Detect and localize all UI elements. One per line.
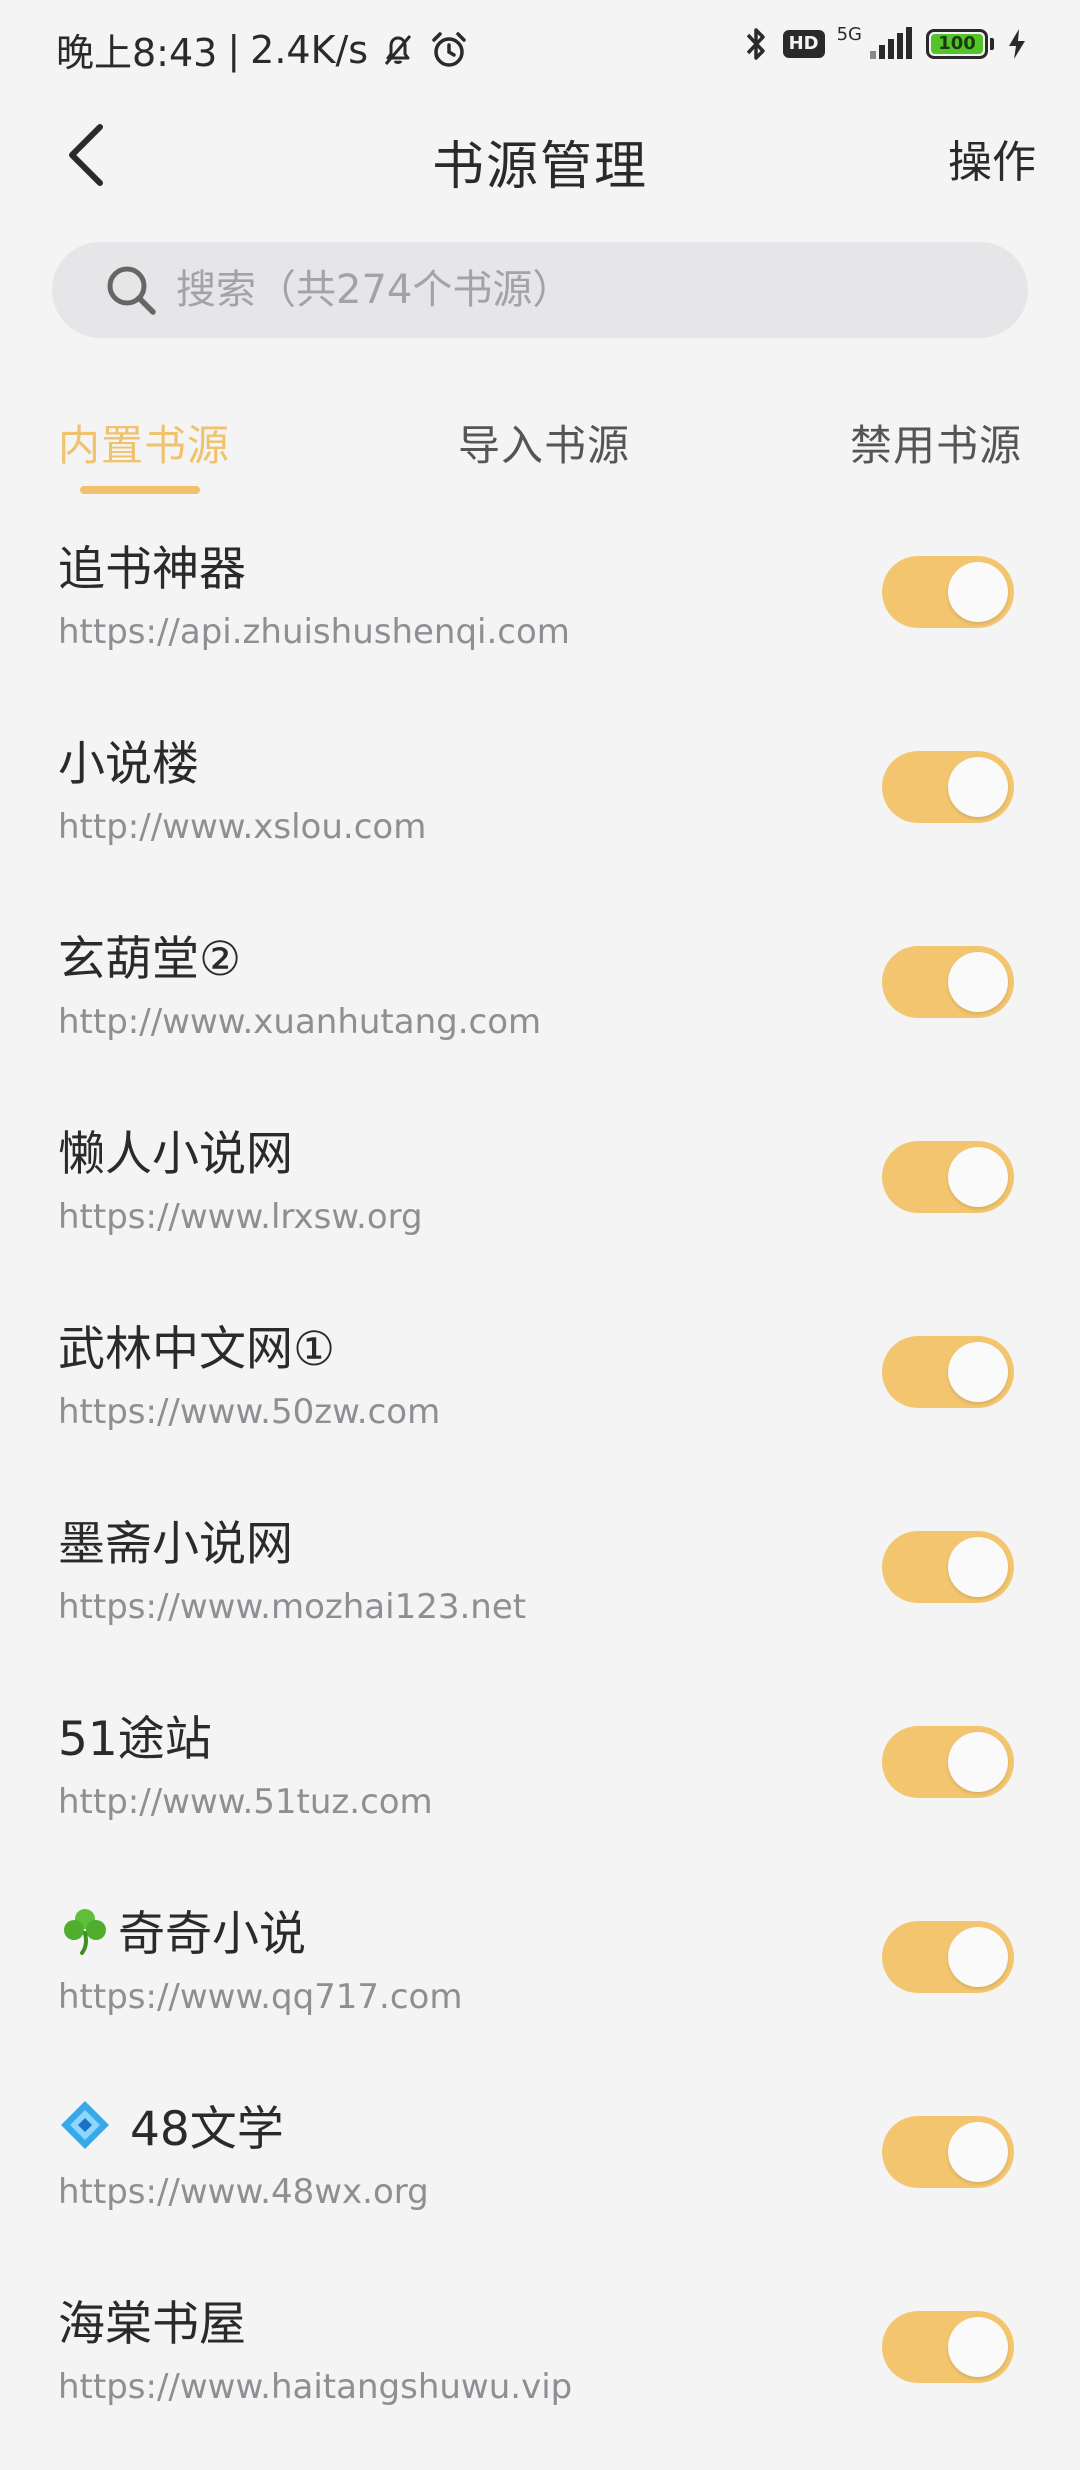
status-right: HD 5G 100: [741, 24, 1028, 64]
source-list: 追书神器 https://api.zhuishushenqi.com 小说楼 h…: [0, 520, 1080, 2470]
search-icon: [107, 266, 156, 315]
signal-icon: [870, 27, 912, 59]
source-toggle[interactable]: [882, 556, 1014, 628]
search-input[interactable]: [174, 266, 978, 314]
page-title: 书源管理: [431, 137, 648, 197]
source-item[interactable]: 追书神器 https://api.zhuishushenqi.com: [0, 520, 1080, 715]
status-left: 晚上8:43 | 2.4K/s: [56, 22, 470, 77]
action-button[interactable]: 操作: [948, 126, 1036, 190]
source-name: 追书神器: [58, 542, 246, 597]
tab-builtin-sources[interactable]: 内置书源: [58, 412, 230, 473]
toggle-knob: [948, 757, 1008, 817]
battery-level-text: 100: [938, 33, 976, 54]
status-bar: 晚上8:43 | 2.4K/s HD 5G 100: [0, 0, 1080, 96]
toggle-knob: [948, 1927, 1008, 1987]
battery-tip: [990, 38, 994, 50]
source-name: 小说楼: [58, 737, 199, 792]
status-time: 晚上8:43: [56, 31, 218, 75]
source-url: https://www.mozhai123.net: [58, 1587, 527, 1627]
source-name: 武林中文网①: [58, 1322, 336, 1377]
source-item[interactable]: 懒人小说网 https://www.lrxsw.org: [0, 1105, 1080, 1300]
source-url: https://www.haitangshuwu.vip: [58, 2367, 573, 2407]
status-separator: |: [227, 27, 241, 72]
source-name: 懒人小说网: [58, 1127, 293, 1182]
source-name: 48文学: [130, 2102, 284, 2157]
tab-disabled-sources[interactable]: 禁用书源: [850, 412, 1022, 473]
bell-muted-icon: [384, 34, 412, 65]
source-toggle[interactable]: [882, 751, 1014, 823]
source-item[interactable]: 48文学 https://www.48wx.org: [0, 2080, 1080, 2275]
source-toggle[interactable]: [882, 946, 1014, 1018]
network-type-label: 5G: [836, 23, 862, 45]
source-item[interactable]: 51途站 http://www.51tuz.com: [0, 1690, 1080, 1885]
charging-bolt-icon: [1009, 29, 1025, 59]
source-url: https://www.qq717.com: [58, 1977, 463, 2017]
toggle-knob: [948, 562, 1008, 622]
source-url: https://www.48wx.org: [58, 2172, 429, 2212]
search-box[interactable]: [52, 242, 1028, 338]
source-url: https://api.zhuishushenqi.com: [58, 612, 570, 652]
active-tab-indicator: [80, 486, 200, 494]
source-toggle[interactable]: [882, 1336, 1014, 1408]
source-item[interactable]: 海棠书屋 https://www.haitangshuwu.vip: [0, 2275, 1080, 2470]
toggle-knob: [948, 1147, 1008, 1207]
status-network-speed: 2.4K/s: [250, 27, 369, 72]
toggle-knob: [948, 1537, 1008, 1597]
app-bar: 书源管理 操作: [0, 100, 1080, 210]
tab-imported-sources[interactable]: 导入书源: [458, 412, 630, 473]
source-item[interactable]: 小说楼 http://www.xslou.com: [0, 715, 1080, 910]
source-url: http://www.xuanhutang.com: [58, 1002, 542, 1042]
source-name: 51途站: [58, 1712, 212, 1767]
source-name: 墨斋小说网: [58, 1517, 293, 1572]
alarm-icon: [432, 31, 466, 67]
blue-diamond-icon: [61, 2100, 109, 2149]
source-url: http://www.51tuz.com: [58, 1782, 433, 1822]
bluetooth-icon: [746, 28, 765, 60]
source-url: http://www.xslou.com: [58, 807, 427, 847]
source-url: https://www.50zw.com: [58, 1392, 441, 1432]
toggle-knob: [948, 2317, 1008, 2377]
toggle-knob: [948, 1732, 1008, 1792]
source-item[interactable]: 武林中文网① https://www.50zw.com: [0, 1300, 1080, 1495]
source-url: https://www.lrxsw.org: [58, 1197, 423, 1237]
source-toggle[interactable]: [882, 2116, 1014, 2188]
source-name: 玄葫堂②: [58, 932, 242, 987]
source-toggle[interactable]: [882, 1531, 1014, 1603]
source-name-row: 48文学: [58, 2090, 284, 2159]
hd-badge: HD: [782, 30, 825, 58]
source-toggle[interactable]: [882, 1726, 1014, 1798]
toggle-knob: [948, 2122, 1008, 2182]
source-toggle[interactable]: [882, 1141, 1014, 1213]
tab-bar: 内置书源 导入书源 禁用书源: [0, 412, 1080, 502]
source-toggle[interactable]: [882, 1921, 1014, 1993]
source-name: 奇奇小说: [118, 1907, 306, 1962]
source-name: 海棠书屋: [58, 2297, 246, 2352]
source-item[interactable]: 玄葫堂② http://www.xuanhutang.com: [0, 910, 1080, 1105]
battery-indicator: 100: [926, 29, 988, 59]
toggle-knob: [948, 952, 1008, 1012]
clover-icon: [64, 1908, 106, 1955]
toggle-knob: [948, 1342, 1008, 1402]
source-item[interactable]: 奇奇小说 https://www.qq717.com: [0, 1885, 1080, 2080]
source-toggle[interactable]: [882, 2311, 1014, 2383]
source-item[interactable]: 墨斋小说网 https://www.mozhai123.net: [0, 1495, 1080, 1690]
source-name-row: 奇奇小说: [58, 1895, 306, 1964]
